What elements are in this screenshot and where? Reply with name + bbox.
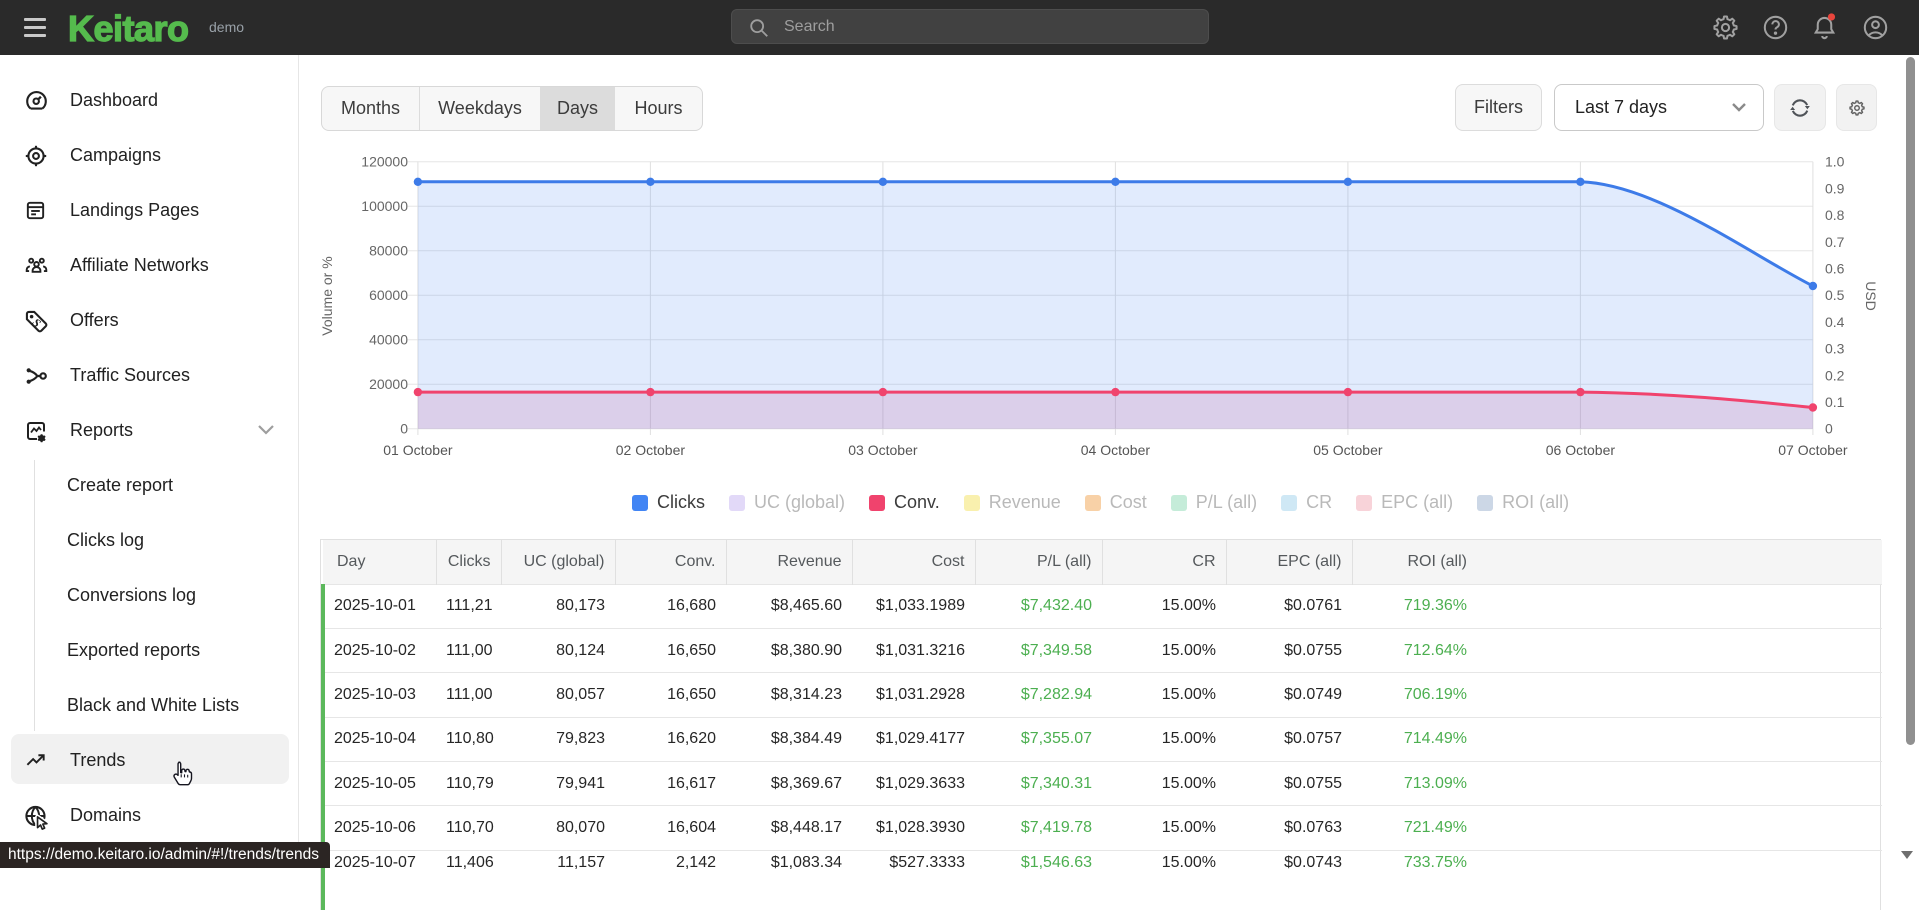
svg-text:80000: 80000 [369,243,408,259]
svg-text:06 October: 06 October [1546,442,1616,458]
svg-text:03 October: 03 October [848,442,918,458]
svg-text:120000: 120000 [361,154,408,170]
svg-text:USD: USD [1863,281,1879,311]
svg-text:0.9: 0.9 [1825,180,1845,196]
svg-text:01 October: 01 October [383,442,453,458]
svg-text:0: 0 [1825,421,1833,437]
svg-text:0: 0 [400,421,408,437]
svg-text:20000: 20000 [369,376,408,392]
svg-text:04 October: 04 October [1081,442,1151,458]
svg-text:0.3: 0.3 [1825,341,1845,357]
svg-text:0.6: 0.6 [1825,261,1845,277]
svg-text:0.5: 0.5 [1825,287,1845,303]
svg-text:1.0: 1.0 [1825,154,1845,170]
svg-text:07 October: 07 October [1778,442,1848,458]
svg-text:40000: 40000 [369,332,408,348]
svg-text:0.1: 0.1 [1825,394,1845,410]
svg-text:Volume or %: Volume or % [319,256,335,335]
svg-text:02 October: 02 October [616,442,686,458]
svg-text:60000: 60000 [369,287,408,303]
svg-text:05 October: 05 October [1313,442,1383,458]
svg-text:0.7: 0.7 [1825,234,1845,250]
svg-text:100000: 100000 [361,198,408,214]
svg-text:0.8: 0.8 [1825,207,1845,223]
svg-text:0.4: 0.4 [1825,314,1845,330]
svg-text:0.2: 0.2 [1825,367,1845,383]
